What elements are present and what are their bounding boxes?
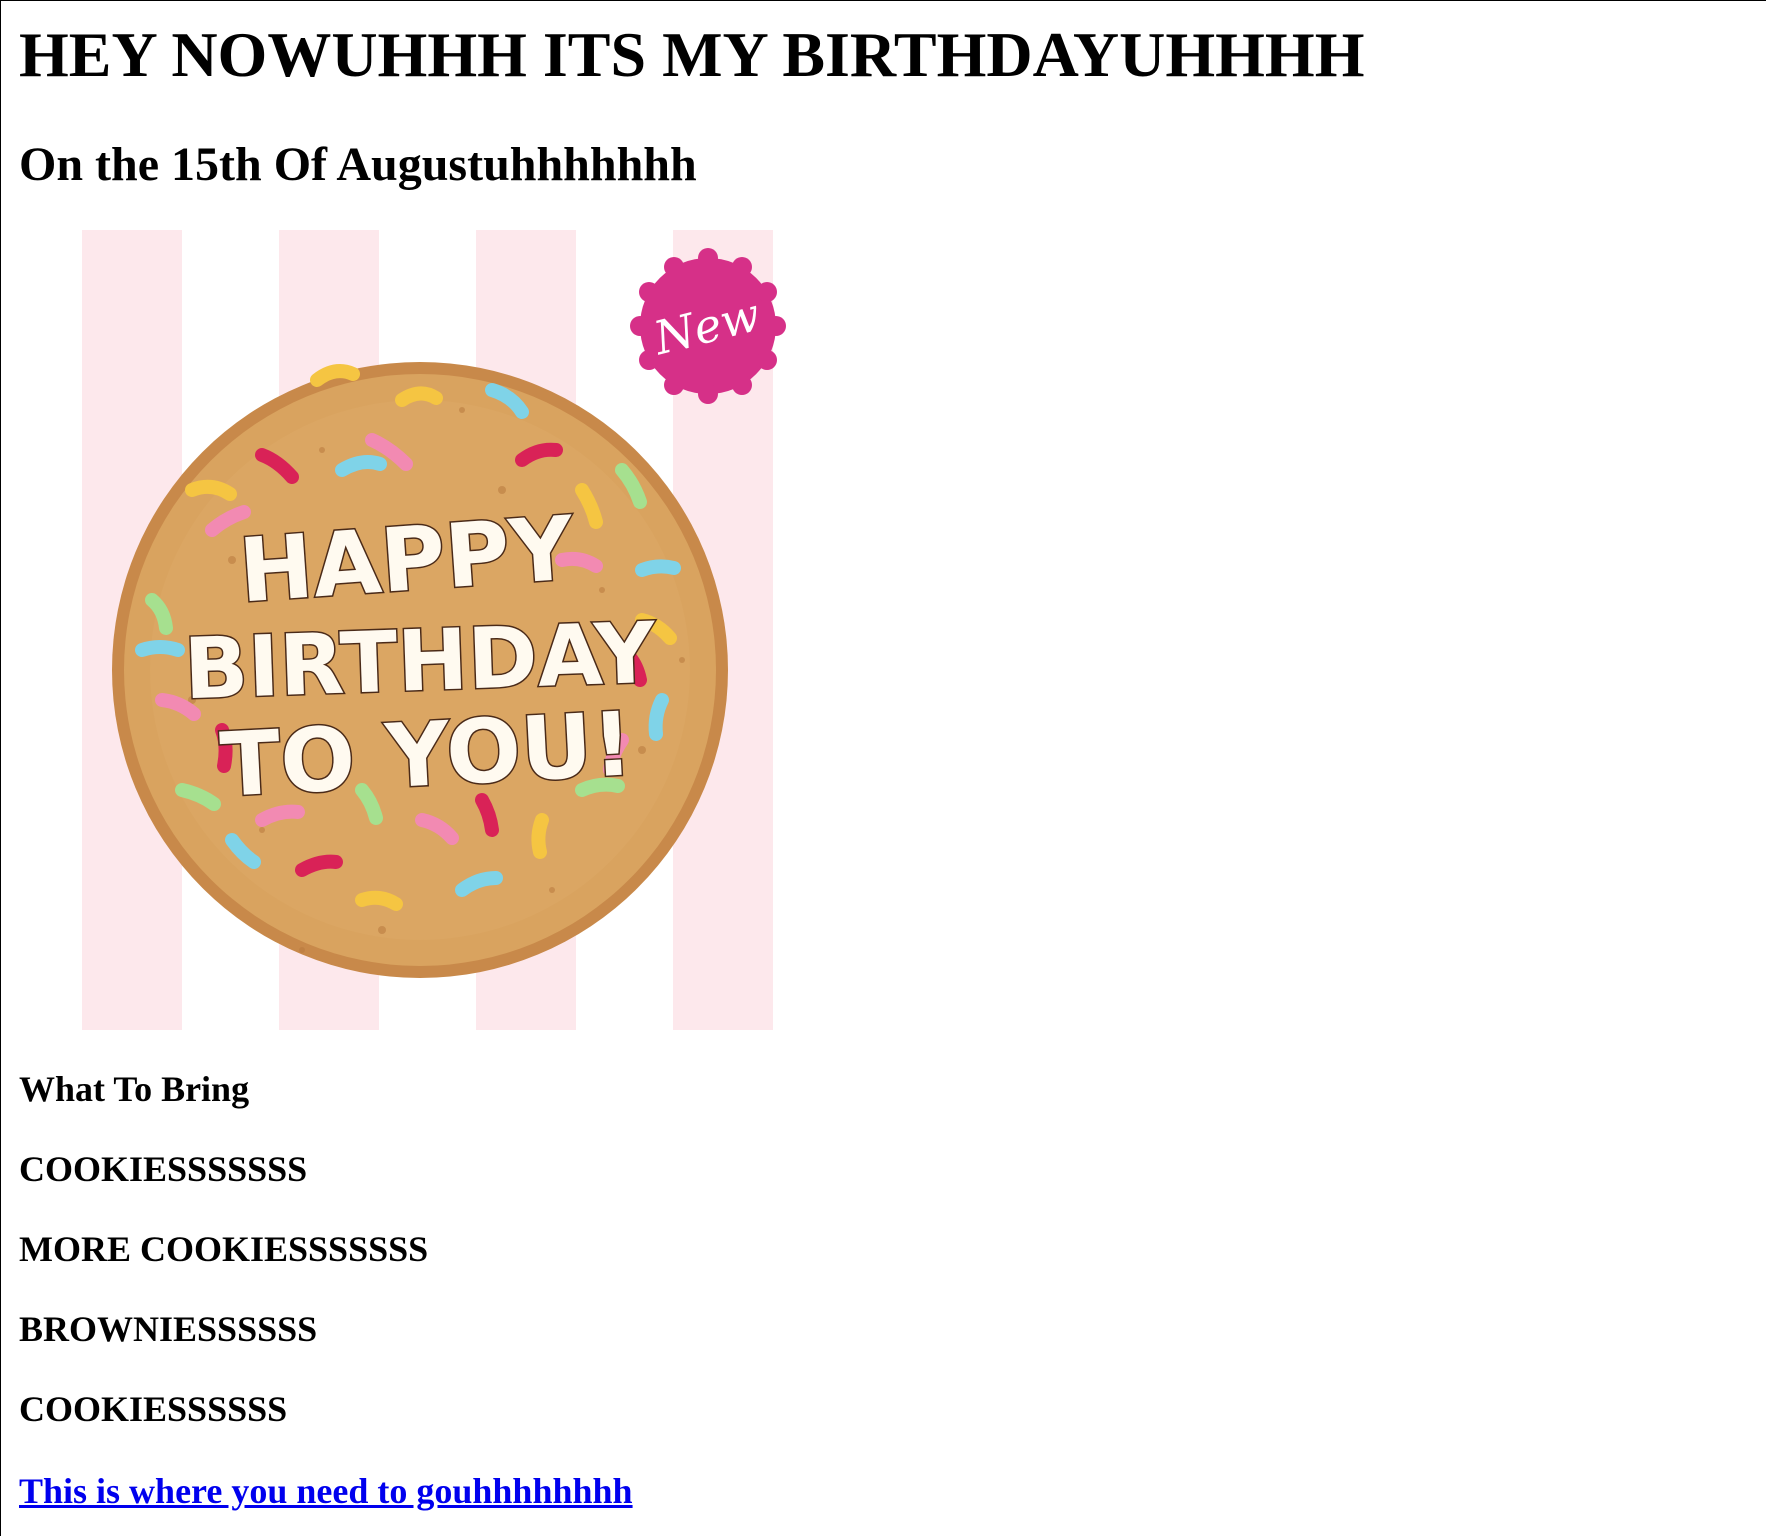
page-subtitle: On the 15th Of Augustuhhhhhhh [19, 138, 697, 191]
birthday-cookie-image: HAPPY BIRTHDAY TO YOU! New [82, 230, 801, 1030]
page-title: HEY NOWUHHH ITS MY BIRTHDAYUHHHH [19, 19, 1365, 90]
bring-list-item: MORE COOKIESSSSSSS [19, 1229, 429, 1269]
bring-list-item: COOKIESSSSSS [19, 1389, 288, 1429]
cookie-text-line: TO YOU! [218, 692, 635, 816]
location-link[interactable]: This is where you need to gouhhhhhhhh [19, 1471, 633, 1511]
birthday-cookie-illustration: HAPPY BIRTHDAY TO YOU! New [82, 230, 786, 1030]
bring-list-item: COOKIESSSSSSS [19, 1149, 308, 1189]
what-to-bring-heading: What To Bring [19, 1069, 250, 1109]
page: HEY NOWUHHH ITS MY BIRTHDAYUHHHH On the … [0, 0, 1766, 1536]
bring-list-item: BROWNIESSSSSS [19, 1309, 318, 1349]
